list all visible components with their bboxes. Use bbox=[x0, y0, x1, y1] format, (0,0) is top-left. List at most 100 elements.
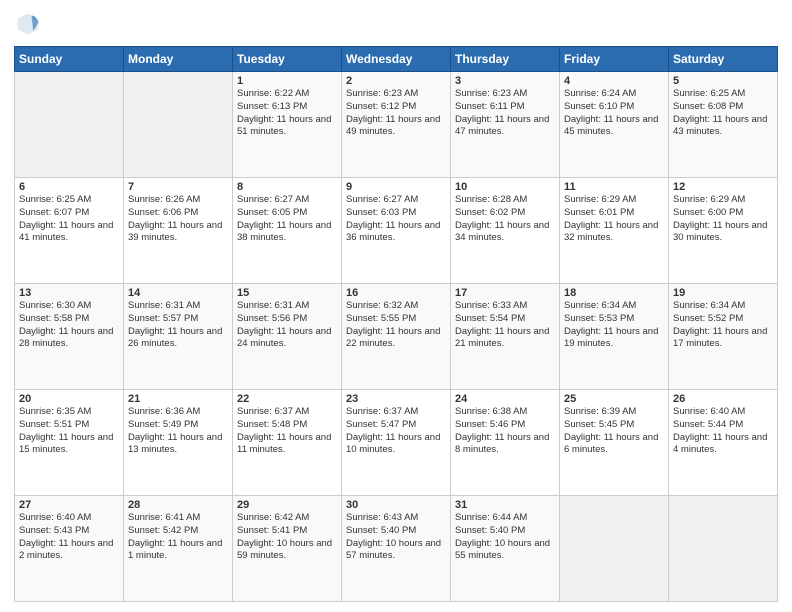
calendar-week-1: 1Sunrise: 6:22 AMSunset: 6:13 PMDaylight… bbox=[15, 72, 778, 178]
day-info: Sunrise: 6:38 AMSunset: 5:46 PMDaylight:… bbox=[455, 406, 555, 457]
day-number: 17 bbox=[455, 287, 555, 299]
day-number: 27 bbox=[19, 499, 119, 511]
day-info: Sunrise: 6:44 AMSunset: 5:40 PMDaylight:… bbox=[455, 512, 555, 563]
calendar-week-5: 27Sunrise: 6:40 AMSunset: 5:43 PMDayligh… bbox=[15, 496, 778, 602]
weekday-header-wednesday: Wednesday bbox=[342, 47, 451, 72]
day-info: Sunrise: 6:31 AMSunset: 5:57 PMDaylight:… bbox=[128, 300, 228, 351]
calendar-cell: 21Sunrise: 6:36 AMSunset: 5:49 PMDayligh… bbox=[124, 390, 233, 496]
day-info: Sunrise: 6:43 AMSunset: 5:40 PMDaylight:… bbox=[346, 512, 446, 563]
day-number: 29 bbox=[237, 499, 337, 511]
calendar-cell: 13Sunrise: 6:30 AMSunset: 5:58 PMDayligh… bbox=[15, 284, 124, 390]
calendar-cell: 19Sunrise: 6:34 AMSunset: 5:52 PMDayligh… bbox=[669, 284, 778, 390]
calendar-table: SundayMondayTuesdayWednesdayThursdayFrid… bbox=[14, 46, 778, 602]
calendar-week-4: 20Sunrise: 6:35 AMSunset: 5:51 PMDayligh… bbox=[15, 390, 778, 496]
day-info: Sunrise: 6:35 AMSunset: 5:51 PMDaylight:… bbox=[19, 406, 119, 457]
calendar-cell: 31Sunrise: 6:44 AMSunset: 5:40 PMDayligh… bbox=[451, 496, 560, 602]
calendar-cell: 25Sunrise: 6:39 AMSunset: 5:45 PMDayligh… bbox=[560, 390, 669, 496]
day-info: Sunrise: 6:31 AMSunset: 5:56 PMDaylight:… bbox=[237, 300, 337, 351]
calendar-cell bbox=[124, 72, 233, 178]
day-info: Sunrise: 6:41 AMSunset: 5:42 PMDaylight:… bbox=[128, 512, 228, 563]
day-info: Sunrise: 6:28 AMSunset: 6:02 PMDaylight:… bbox=[455, 194, 555, 245]
calendar-cell: 20Sunrise: 6:35 AMSunset: 5:51 PMDayligh… bbox=[15, 390, 124, 496]
calendar-cell: 1Sunrise: 6:22 AMSunset: 6:13 PMDaylight… bbox=[233, 72, 342, 178]
day-number: 28 bbox=[128, 499, 228, 511]
day-info: Sunrise: 6:37 AMSunset: 5:48 PMDaylight:… bbox=[237, 406, 337, 457]
calendar-cell: 23Sunrise: 6:37 AMSunset: 5:47 PMDayligh… bbox=[342, 390, 451, 496]
day-number: 19 bbox=[673, 287, 773, 299]
calendar-cell: 22Sunrise: 6:37 AMSunset: 5:48 PMDayligh… bbox=[233, 390, 342, 496]
calendar-cell: 28Sunrise: 6:41 AMSunset: 5:42 PMDayligh… bbox=[124, 496, 233, 602]
day-info: Sunrise: 6:25 AMSunset: 6:08 PMDaylight:… bbox=[673, 88, 773, 139]
calendar-cell: 3Sunrise: 6:23 AMSunset: 6:11 PMDaylight… bbox=[451, 72, 560, 178]
day-number: 25 bbox=[564, 393, 664, 405]
day-info: Sunrise: 6:42 AMSunset: 5:41 PMDaylight:… bbox=[237, 512, 337, 563]
day-number: 2 bbox=[346, 75, 446, 87]
day-number: 30 bbox=[346, 499, 446, 511]
day-info: Sunrise: 6:40 AMSunset: 5:44 PMDaylight:… bbox=[673, 406, 773, 457]
day-number: 22 bbox=[237, 393, 337, 405]
day-number: 6 bbox=[19, 181, 119, 193]
day-info: Sunrise: 6:26 AMSunset: 6:06 PMDaylight:… bbox=[128, 194, 228, 245]
calendar-cell: 8Sunrise: 6:27 AMSunset: 6:05 PMDaylight… bbox=[233, 178, 342, 284]
calendar-cell: 27Sunrise: 6:40 AMSunset: 5:43 PMDayligh… bbox=[15, 496, 124, 602]
day-number: 16 bbox=[346, 287, 446, 299]
day-info: Sunrise: 6:27 AMSunset: 6:05 PMDaylight:… bbox=[237, 194, 337, 245]
day-number: 9 bbox=[346, 181, 446, 193]
calendar-cell bbox=[560, 496, 669, 602]
day-number: 12 bbox=[673, 181, 773, 193]
header bbox=[14, 10, 778, 38]
calendar-cell: 26Sunrise: 6:40 AMSunset: 5:44 PMDayligh… bbox=[669, 390, 778, 496]
logo bbox=[14, 10, 46, 38]
calendar-cell: 29Sunrise: 6:42 AMSunset: 5:41 PMDayligh… bbox=[233, 496, 342, 602]
calendar-cell: 11Sunrise: 6:29 AMSunset: 6:01 PMDayligh… bbox=[560, 178, 669, 284]
calendar-cell: 16Sunrise: 6:32 AMSunset: 5:55 PMDayligh… bbox=[342, 284, 451, 390]
weekday-header-thursday: Thursday bbox=[451, 47, 560, 72]
day-info: Sunrise: 6:25 AMSunset: 6:07 PMDaylight:… bbox=[19, 194, 119, 245]
calendar-cell: 18Sunrise: 6:34 AMSunset: 5:53 PMDayligh… bbox=[560, 284, 669, 390]
weekday-header-monday: Monday bbox=[124, 47, 233, 72]
day-info: Sunrise: 6:24 AMSunset: 6:10 PMDaylight:… bbox=[564, 88, 664, 139]
day-number: 15 bbox=[237, 287, 337, 299]
weekday-header-sunday: Sunday bbox=[15, 47, 124, 72]
day-number: 23 bbox=[346, 393, 446, 405]
day-info: Sunrise: 6:23 AMSunset: 6:12 PMDaylight:… bbox=[346, 88, 446, 139]
day-info: Sunrise: 6:39 AMSunset: 5:45 PMDaylight:… bbox=[564, 406, 664, 457]
day-number: 20 bbox=[19, 393, 119, 405]
day-number: 31 bbox=[455, 499, 555, 511]
day-number: 7 bbox=[128, 181, 228, 193]
calendar-cell: 24Sunrise: 6:38 AMSunset: 5:46 PMDayligh… bbox=[451, 390, 560, 496]
calendar-cell: 14Sunrise: 6:31 AMSunset: 5:57 PMDayligh… bbox=[124, 284, 233, 390]
calendar-cell: 10Sunrise: 6:28 AMSunset: 6:02 PMDayligh… bbox=[451, 178, 560, 284]
day-info: Sunrise: 6:37 AMSunset: 5:47 PMDaylight:… bbox=[346, 406, 446, 457]
day-info: Sunrise: 6:29 AMSunset: 6:01 PMDaylight:… bbox=[564, 194, 664, 245]
day-number: 14 bbox=[128, 287, 228, 299]
day-info: Sunrise: 6:23 AMSunset: 6:11 PMDaylight:… bbox=[455, 88, 555, 139]
day-number: 26 bbox=[673, 393, 773, 405]
calendar-cell: 6Sunrise: 6:25 AMSunset: 6:07 PMDaylight… bbox=[15, 178, 124, 284]
day-info: Sunrise: 6:27 AMSunset: 6:03 PMDaylight:… bbox=[346, 194, 446, 245]
weekday-header-row: SundayMondayTuesdayWednesdayThursdayFrid… bbox=[15, 47, 778, 72]
day-number: 10 bbox=[455, 181, 555, 193]
day-info: Sunrise: 6:34 AMSunset: 5:53 PMDaylight:… bbox=[564, 300, 664, 351]
calendar-cell: 2Sunrise: 6:23 AMSunset: 6:12 PMDaylight… bbox=[342, 72, 451, 178]
day-number: 8 bbox=[237, 181, 337, 193]
weekday-header-friday: Friday bbox=[560, 47, 669, 72]
day-info: Sunrise: 6:40 AMSunset: 5:43 PMDaylight:… bbox=[19, 512, 119, 563]
day-info: Sunrise: 6:34 AMSunset: 5:52 PMDaylight:… bbox=[673, 300, 773, 351]
day-number: 24 bbox=[455, 393, 555, 405]
calendar-cell: 12Sunrise: 6:29 AMSunset: 6:00 PMDayligh… bbox=[669, 178, 778, 284]
day-info: Sunrise: 6:22 AMSunset: 6:13 PMDaylight:… bbox=[237, 88, 337, 139]
logo-icon bbox=[14, 10, 42, 38]
day-number: 21 bbox=[128, 393, 228, 405]
day-info: Sunrise: 6:29 AMSunset: 6:00 PMDaylight:… bbox=[673, 194, 773, 245]
weekday-header-tuesday: Tuesday bbox=[233, 47, 342, 72]
calendar-week-2: 6Sunrise: 6:25 AMSunset: 6:07 PMDaylight… bbox=[15, 178, 778, 284]
calendar-cell bbox=[669, 496, 778, 602]
day-number: 11 bbox=[564, 181, 664, 193]
calendar-cell bbox=[15, 72, 124, 178]
calendar-cell: 7Sunrise: 6:26 AMSunset: 6:06 PMDaylight… bbox=[124, 178, 233, 284]
calendar-week-3: 13Sunrise: 6:30 AMSunset: 5:58 PMDayligh… bbox=[15, 284, 778, 390]
calendar-cell: 15Sunrise: 6:31 AMSunset: 5:56 PMDayligh… bbox=[233, 284, 342, 390]
page-container: SundayMondayTuesdayWednesdayThursdayFrid… bbox=[0, 0, 792, 612]
day-number: 4 bbox=[564, 75, 664, 87]
